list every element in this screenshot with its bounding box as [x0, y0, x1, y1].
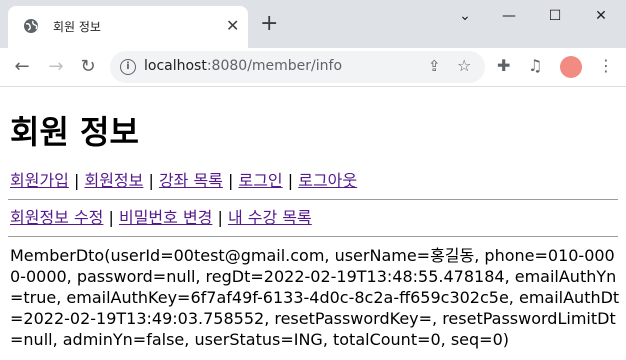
nav-separator: |	[228, 171, 234, 190]
back-arrow-icon[interactable]: ←	[10, 55, 34, 79]
nav-link-course-list[interactable]: 강좌 목록	[159, 171, 223, 190]
tab-strip: 회원 정보 ✕ + ⌄ — ☐ ✕	[0, 0, 626, 48]
nav-separator: |	[217, 208, 223, 227]
browser-toolbar: ← → ↻ i localhost:8080/member/info ⇪ ☆ ✚…	[0, 48, 626, 87]
member-dto-text: MemberDto(userId=00test@gmail.com, userN…	[10, 246, 620, 349]
browser-tab[interactable]: 회원 정보 ✕	[8, 6, 248, 48]
link-my-courses[interactable]: 내 수강 목록	[228, 208, 312, 227]
close-window-button[interactable]: ✕	[578, 0, 624, 32]
tab-title: 회원 정보	[53, 20, 101, 34]
nav-link-signup[interactable]: 회원가입	[10, 171, 69, 190]
nav-link-logout[interactable]: 로그아웃	[298, 171, 357, 190]
nav-separator: |	[148, 171, 154, 190]
nav-separator: |	[73, 171, 80, 190]
more-menu-icon[interactable]: ⋮	[598, 56, 614, 76]
nav-link-login[interactable]: 로그인	[238, 171, 282, 190]
reload-icon[interactable]: ↻	[76, 55, 100, 79]
globe-icon	[24, 19, 38, 33]
minimize-button[interactable]: —	[486, 0, 532, 32]
url-text[interactable]: localhost:8080/member/info	[144, 58, 342, 74]
address-bar[interactable]: i localhost:8080/member/info ⇪ ☆	[110, 51, 485, 83]
divider	[8, 236, 618, 237]
tab-search-icon[interactable]: ⌄	[442, 0, 488, 32]
nav-separator: |	[108, 208, 114, 227]
nav-link-member-info[interactable]: 회원정보	[84, 171, 143, 190]
page-title: 회원 정보	[10, 113, 139, 151]
bookmark-star-icon[interactable]: ☆	[457, 56, 471, 75]
extensions-puzzle-icon[interactable]: ✚	[497, 56, 510, 75]
media-control-icon[interactable]: ♫	[528, 56, 542, 75]
member-sub-nav: 회원정보 수정 | 비밀번호 변경 | 내 수강 목록	[10, 208, 618, 228]
tab-close-icon[interactable]: ✕	[226, 17, 239, 35]
new-tab-button[interactable]: +	[260, 11, 278, 37]
share-icon[interactable]: ⇪	[428, 57, 441, 75]
nav-separator: |	[287, 171, 294, 190]
link-change-password[interactable]: 비밀번호 변경	[119, 208, 212, 227]
forward-arrow-icon[interactable]: →	[44, 55, 68, 79]
site-info-icon[interactable]: i	[120, 59, 136, 75]
link-edit-member-info[interactable]: 회원정보 수정	[10, 208, 103, 227]
page-content: 회원 정보 회원가입 | 회원정보 | 강좌 목록 | 로그인 | 로그아웃 회…	[0, 107, 626, 350]
main-nav: 회원가입 | 회원정보 | 강좌 목록 | 로그인 | 로그아웃	[10, 171, 618, 191]
profile-avatar[interactable]	[560, 56, 582, 78]
maximize-button[interactable]: ☐	[532, 0, 578, 32]
divider	[8, 199, 618, 200]
